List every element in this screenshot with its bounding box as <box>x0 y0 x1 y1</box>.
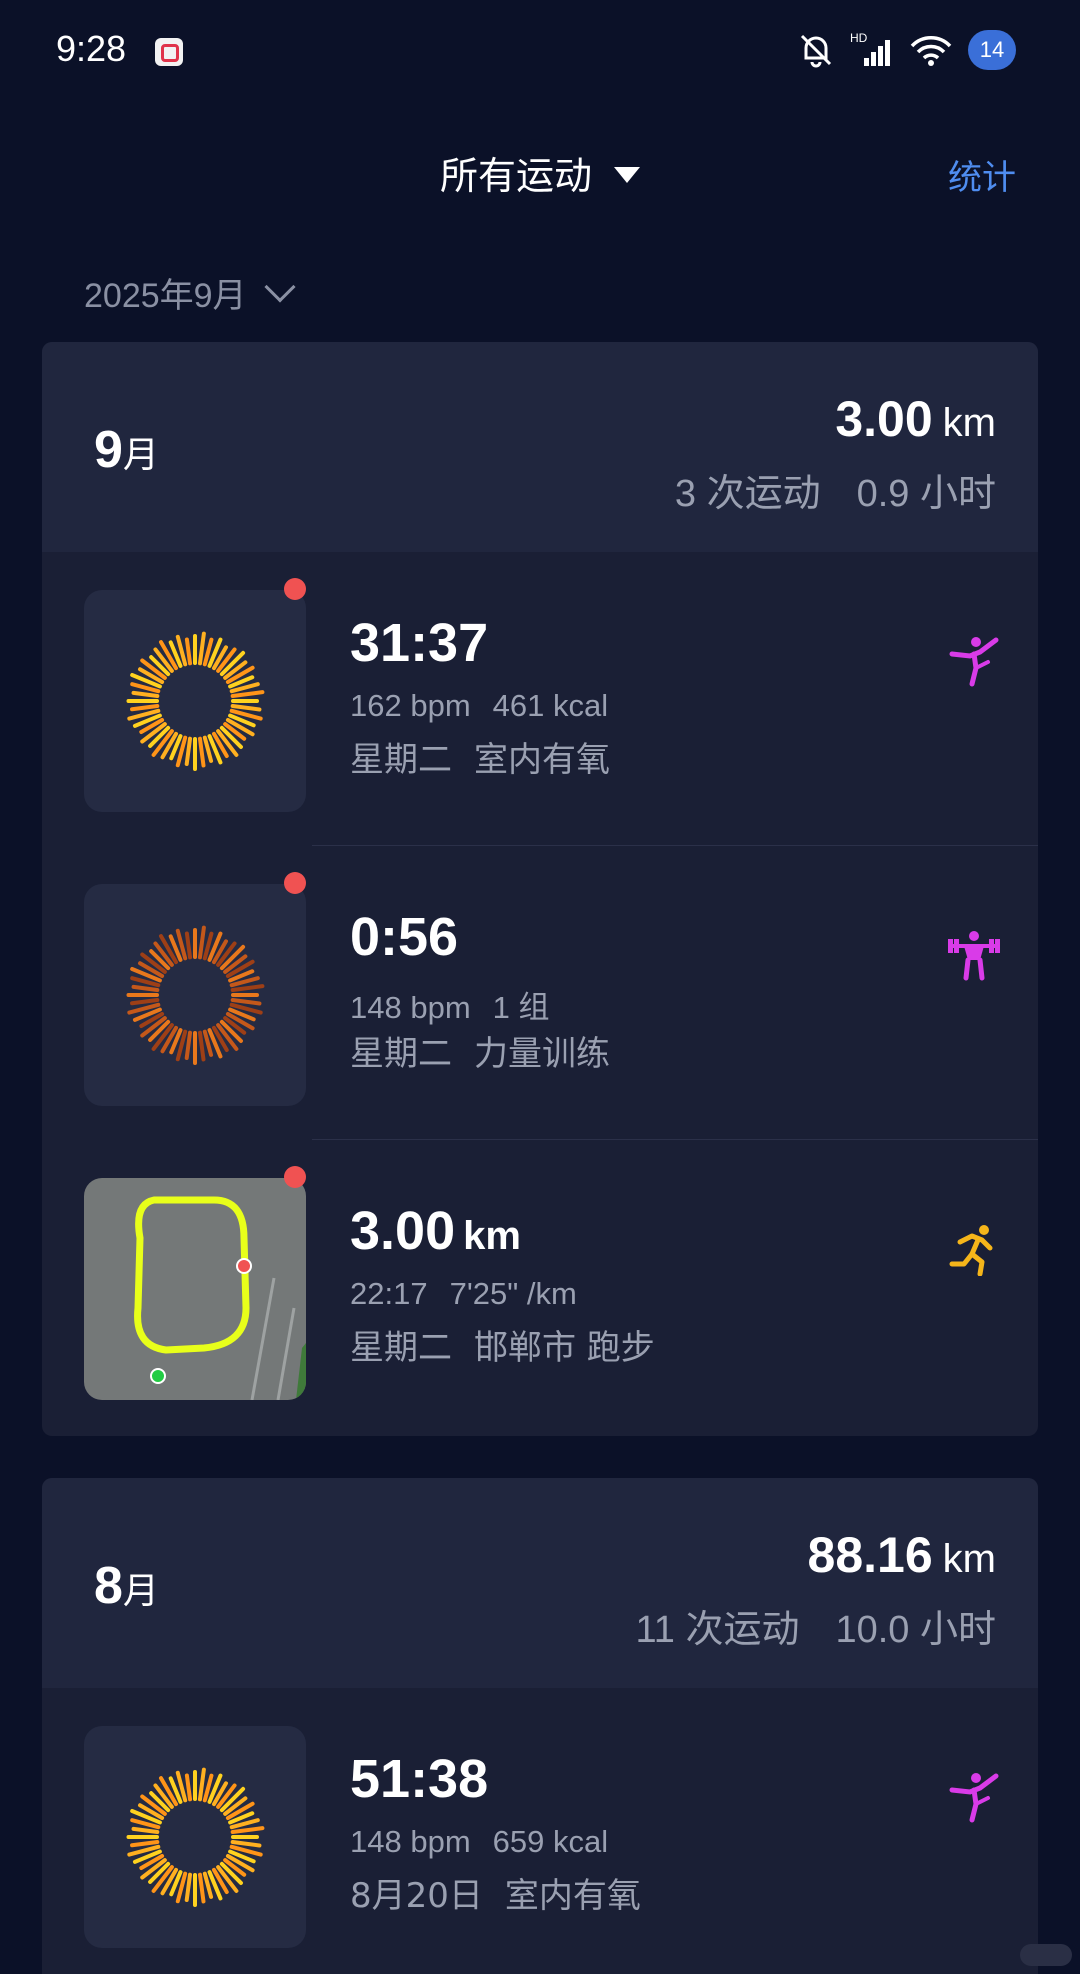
wifi-icon <box>910 36 952 66</box>
chevron-down-icon <box>263 270 296 303</box>
heart-rate-ring-thumbnail <box>84 884 306 1106</box>
workout-hours: 10.0 小时 <box>835 1609 996 1651</box>
workout-row[interactable]: 51:38 148 bpm 659 kcal 8月20日 室内有氧 <box>42 1688 1038 1974</box>
month-summary[interactable]: 8月 88.16 km 11 次运动 10.0 小时 <box>42 1478 1038 1688</box>
heart-rate-ring-thumbnail <box>84 1726 306 1948</box>
ring-spoke <box>197 736 206 768</box>
status-time: 9:28 <box>56 28 127 69</box>
workout-stats: 148 bpm 1 组 <box>350 990 550 1025</box>
month-distance: 3.00 km <box>835 391 996 447</box>
unread-dot <box>284 872 306 894</box>
ring-spoke <box>197 1767 206 1802</box>
ring-spoke <box>130 703 160 712</box>
sport-filter-dropdown[interactable]: 所有运动 <box>0 145 1080 200</box>
workout-row[interactable]: 0:56 148 bpm 1 组 星期二 力量训练 <box>42 846 1038 1140</box>
ring-spoke <box>184 1773 193 1802</box>
month-distance: 88.16 km <box>807 1527 996 1583</box>
weightlifting-icon <box>946 926 1002 982</box>
yoga-icon <box>946 1768 1002 1824</box>
workout-date-type: 星期二 室内有氧 <box>350 740 610 780</box>
workout-distance: 3.00 km <box>350 1201 521 1261</box>
sport-filter-label: 所有运动 <box>439 154 592 198</box>
unread-dot <box>284 578 306 600</box>
workout-stats: 148 bpm 659 kcal <box>350 1824 609 1859</box>
ring-spoke <box>184 931 193 960</box>
ring-spoke <box>184 1872 193 1902</box>
ring-spoke <box>184 1030 193 1060</box>
ring-spoke <box>184 736 193 766</box>
ring-spoke <box>197 925 206 960</box>
workout-duration: 0:56 <box>350 907 459 967</box>
watermark <box>1020 1944 1072 1966</box>
workout-date-type: 星期二 邯郸市 跑步 <box>350 1328 655 1368</box>
ring-spoke <box>131 984 160 993</box>
workout-count: 11 次运动 <box>635 1609 800 1651</box>
yoga-icon <box>946 632 1002 688</box>
ring-spoke <box>197 1872 206 1904</box>
notification-app-icon <box>155 38 183 66</box>
ring-spoke <box>230 1839 262 1848</box>
bell-muted-icon <box>800 34 832 68</box>
ring-spoke <box>230 703 262 712</box>
workout-row[interactable]: 31:37 162 bpm 461 kcal 星期二 室内有氧 <box>42 552 1038 846</box>
stats-link[interactable]: 统计 <box>948 150 1016 199</box>
month-card-september: 9月 3.00 km 3 次运动 0.9 小时 31:37 162 bpm 461 k… <box>42 342 1038 1436</box>
workout-duration: 51:38 <box>350 1749 489 1809</box>
ring-spoke <box>184 637 193 666</box>
battery-icon: 14 <box>968 30 1016 70</box>
workout-date-type: 星期二 力量训练 <box>350 1034 610 1074</box>
route-map-thumbnail <box>84 1178 306 1400</box>
ring-spoke <box>230 997 262 1006</box>
running-icon <box>946 1220 1002 1276</box>
signal-icon: HD <box>850 31 890 66</box>
ring-spoke <box>230 690 265 699</box>
month-summary[interactable]: 9月 3.00 km 3 次运动 0.9 小时 <box>42 342 1038 552</box>
ring-spoke <box>197 631 206 666</box>
ring-spoke <box>130 1839 160 1848</box>
workout-row[interactable]: 3.00 km 22:17 7'25" /km 星期二 邯郸市 跑步 <box>42 1140 1038 1434</box>
unread-dot <box>284 1166 306 1188</box>
workout-duration: 31:37 <box>350 613 489 673</box>
ring-spoke <box>230 1826 265 1835</box>
workout-stats: 162 bpm 461 kcal <box>350 688 609 723</box>
month-name: 8月 <box>94 1557 159 1615</box>
heart-rate-ring-thumbnail <box>84 590 306 812</box>
svg-text:HD: HD <box>850 31 868 45</box>
month-picker[interactable]: 2025年9月 <box>84 268 296 317</box>
month-card-august: 8月 88.16 km 11 次运动 10.0 小时 51:38 148 bpm 65… <box>42 1478 1038 1974</box>
ring-spoke <box>131 690 160 699</box>
workout-stats: 22:17 7'25" /km <box>350 1276 577 1311</box>
workout-hours: 0.9 小时 <box>856 473 996 515</box>
workout-count: 3 次运动 <box>674 473 821 515</box>
ring-spoke <box>130 997 160 1006</box>
month-subtitle: 11 次运动 10.0 小时 <box>635 1598 996 1653</box>
month-picker-label: 2025年9月 <box>84 277 247 315</box>
month-subtitle: 3 次运动 0.9 小时 <box>675 462 996 517</box>
ring-spoke <box>230 984 265 993</box>
ring-spoke <box>131 1826 160 1835</box>
month-name: 9月 <box>94 421 159 479</box>
workout-date-type: 8月20日 室内有氧 <box>350 1876 641 1916</box>
caret-down-icon <box>614 166 640 183</box>
status-icons: HD 14 <box>796 26 1016 74</box>
ring-spoke <box>197 1030 206 1062</box>
